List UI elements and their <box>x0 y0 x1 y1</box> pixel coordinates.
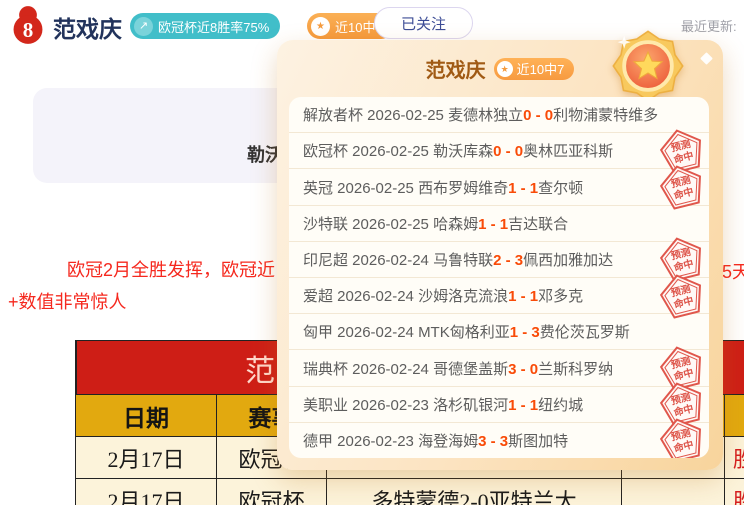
match-score: 0 - 0 <box>493 143 523 160</box>
match-score: 0 - 0 <box>523 107 553 124</box>
cell-extra <box>621 478 724 505</box>
trend-up-icon: ↗ <box>134 17 153 36</box>
star-icon: ★ <box>311 17 330 36</box>
medal-icon <box>609 27 687 105</box>
match-text: 解放者杯 2026-02-25 麦德林独立0 - 0利物浦蒙特维多 <box>303 104 658 125</box>
match-row[interactable]: 沙特联 2026-02-25 哈森姆1 - 1吉达联合 <box>289 206 709 242</box>
record-table-row: 2月17日欧冠杯多特蒙德2-0亚特兰大 胜 <box>76 478 744 505</box>
star-icon: ★ <box>497 61 513 77</box>
match-score: 2 - 3 <box>493 252 523 269</box>
cell-date: 2月17日 <box>76 478 216 505</box>
match-text: 美职业 2026-02-23 洛杉矶银河1 - 1纽约城 <box>303 394 583 415</box>
match-text: 沙特联 2026-02-25 哈森姆1 - 1吉达联合 <box>303 213 568 234</box>
match-text: 印尼超 2026-02-24 马鲁特联2 - 3佩西加雅加达 <box>303 249 613 270</box>
popup-recent-badge: ★ 近10中7 <box>494 58 575 80</box>
match-row[interactable]: 欧冠杯 2026-02-25 勒沃库森0 - 0奥林匹亚科斯 预测 命中 <box>289 133 709 169</box>
match-text: 英冠 2026-02-25 西布罗姆维奇1 - 1查尔顿 <box>303 177 583 198</box>
promo-text-line2: +数值非常惊人 <box>8 288 127 314</box>
match-row[interactable]: 爱超 2026-02-24 沙姆洛克流浪1 - 1邓多克 预测 命中 <box>289 278 709 314</box>
match-list: 解放者杯 2026-02-25 麦德林独立0 - 0利物浦蒙特维多欧冠杯 202… <box>289 97 709 458</box>
stat-badge-winrate-label: 欧冠杯近8胜率75% <box>158 17 269 36</box>
cell-league: 欧冠杯 <box>216 478 326 505</box>
match-score: 1 - 3 <box>510 324 540 341</box>
followed-button[interactable]: 已关注 <box>374 7 473 39</box>
match-score: 1 - 1 <box>508 397 538 414</box>
match-text: 匈甲 2026-02-24 MTK匈格利亚1 - 3费伦茨瓦罗斯 <box>303 321 630 342</box>
match-score: 3 - 3 <box>478 433 508 450</box>
cell-match: 多特蒙德2-0亚特兰大 <box>326 478 621 505</box>
match-text: 欧冠杯 2026-02-25 勒沃库森0 - 0奥林匹亚科斯 <box>303 140 613 161</box>
popup-recent-badge-label: 近10中7 <box>517 59 565 78</box>
cell-result: 胜 <box>724 436 744 478</box>
header-result: 点 <box>724 394 744 436</box>
match-text: 瑞典杯 2026-02-24 哥德堡盖斯3 - 0兰斯科罗纳 <box>303 358 613 379</box>
match-score: 3 - 0 <box>508 361 538 378</box>
match-row[interactable]: 瑞典杯 2026-02-24 哥德堡盖斯3 - 0兰斯科罗纳 预测 命中 <box>289 350 709 386</box>
header-date: 日期 <box>76 394 216 436</box>
promo-text-line1-right: 5天 <box>722 258 744 284</box>
cell-result: 胜 <box>724 478 744 505</box>
match-row[interactable]: 德甲 2026-02-23 海登海姆3 - 3斯图加特 预测 命中 <box>289 423 709 458</box>
expert-name: 范戏庆 <box>53 10 122 44</box>
stat-badge-winrate: ↗ 欧冠杯近8胜率75% <box>130 13 280 39</box>
svg-text:8: 8 <box>23 18 34 42</box>
site-logo-icon: 8 <box>8 5 48 45</box>
match-row[interactable]: 美职业 2026-02-23 洛杉矶银河1 - 1纽约城 预测 命中 <box>289 387 709 423</box>
match-row[interactable]: 印尼超 2026-02-24 马鲁特联2 - 3佩西加雅加达 预测 命中 <box>289 242 709 278</box>
match-score: 1 - 1 <box>478 216 508 233</box>
match-row[interactable]: 解放者杯 2026-02-25 麦德林独立0 - 0利物浦蒙特维多 <box>289 97 709 133</box>
cell-date: 2月17日 <box>76 436 216 478</box>
match-score: 1 - 1 <box>508 180 538 197</box>
page: 8 范戏庆 ↗ 欧冠杯近8胜率75% ★ 近10中7 已关注 最近更新: 勒沃 … <box>0 0 744 505</box>
last-update-label: 最近更新: <box>681 16 737 35</box>
match-score: 1 - 1 <box>508 288 538 305</box>
match-row[interactable]: 匈甲 2026-02-24 MTK匈格利亚1 - 3费伦茨瓦罗斯 <box>289 314 709 350</box>
prediction-popup: 范戏庆 ★ 近10中7 解放者杯 2026-02-25 麦德林独立0 - 0利物… <box>277 40 723 470</box>
match-text: 德甲 2026-02-23 海登海姆3 - 3斯图加特 <box>303 430 568 451</box>
popup-expert-name: 范戏庆 <box>426 54 486 83</box>
promo-text-line1: 欧冠2月全胜发挥，欧冠近 <box>67 256 275 282</box>
match-text: 爱超 2026-02-24 沙姆洛克流浪1 - 1邓多克 <box>303 285 583 306</box>
match-row[interactable]: 英冠 2026-02-25 西布罗姆维奇1 - 1查尔顿 预测 命中 <box>289 169 709 205</box>
